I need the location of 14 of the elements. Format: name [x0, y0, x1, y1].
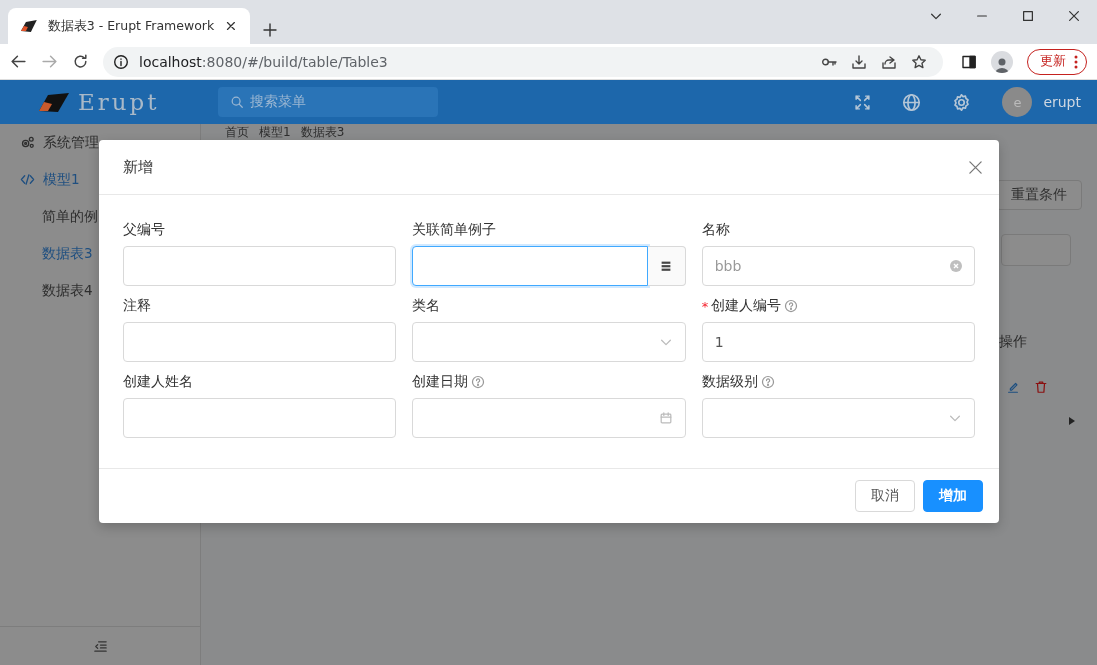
field-label: 关联简单例子	[412, 221, 497, 239]
column-header: 操作	[999, 333, 1027, 351]
field-label: 注释	[123, 297, 151, 315]
field-label: 数据级别	[701, 373, 758, 391]
field-label: 创建日期	[412, 373, 469, 391]
url-text: localhost:8080/#/build/table/Table3	[139, 53, 389, 70]
field-label: 名称	[701, 221, 730, 239]
required-mark: *	[701, 298, 709, 314]
dialog-title: 新增	[123, 157, 154, 177]
field-label: 创建人姓名	[123, 373, 193, 391]
field-label: 父编号	[123, 221, 165, 239]
field-label: 类名	[412, 297, 441, 315]
logo-text: Erupt	[78, 89, 160, 115]
field-label: 创建人编号	[711, 297, 782, 315]
